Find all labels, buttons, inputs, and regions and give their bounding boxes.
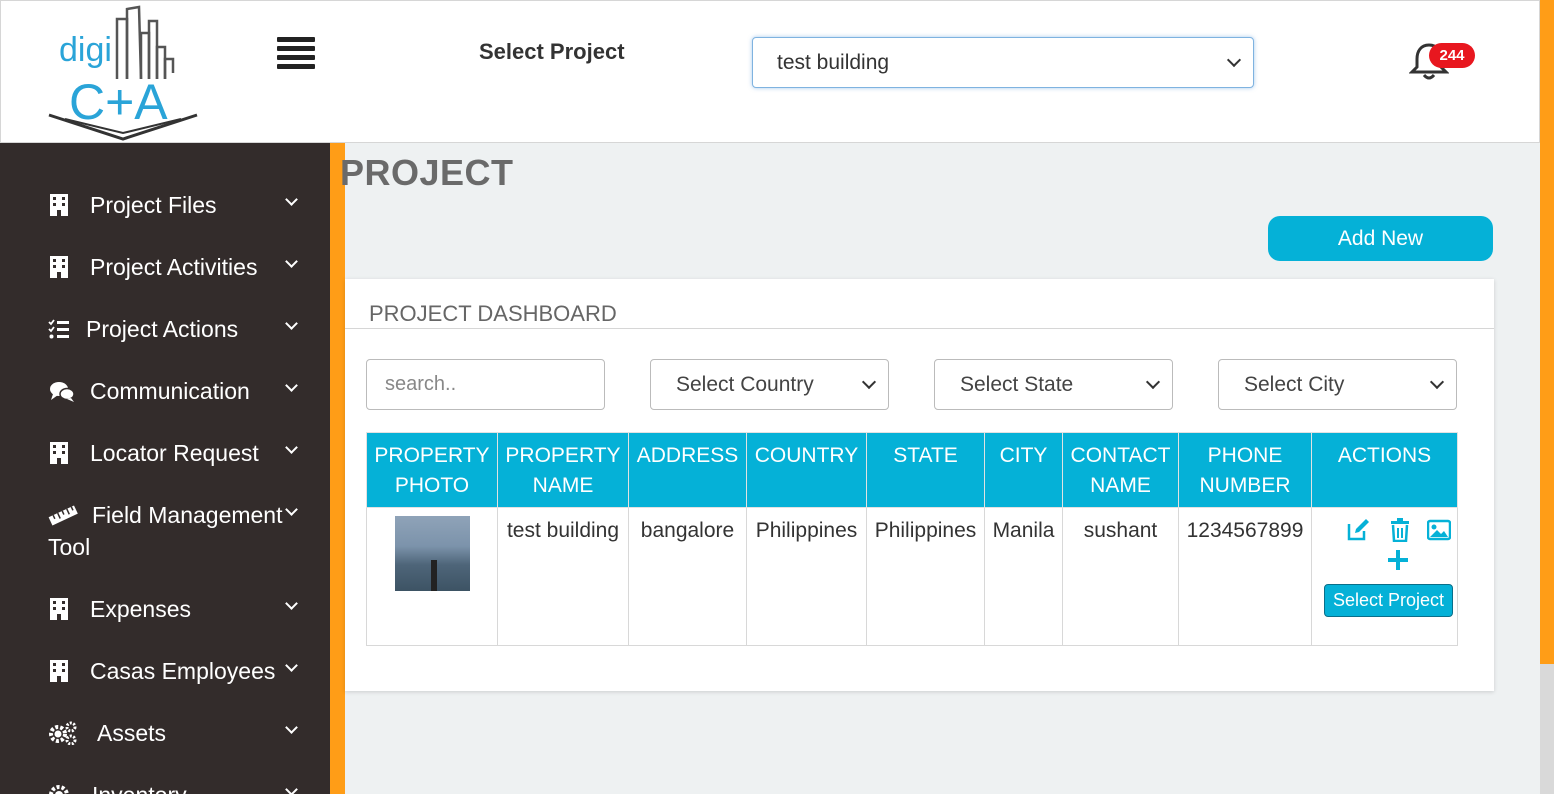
sidebar-edge bbox=[330, 143, 345, 794]
chevron-down-icon bbox=[285, 317, 298, 330]
sidebar-item-label: Communication bbox=[90, 378, 250, 404]
cell-contact-name: sushant bbox=[1062, 507, 1179, 646]
hamburger-icon-line bbox=[277, 64, 315, 69]
column-header-address: ADDRESS bbox=[628, 432, 747, 508]
top-header: digi C+A Select Project test building 24… bbox=[0, 0, 1540, 143]
hamburger-icon-line bbox=[277, 37, 315, 42]
chevron-down-icon bbox=[285, 255, 298, 268]
cell-phone-number: 1234567899 bbox=[1178, 507, 1312, 646]
column-header-property-photo: PROPERTY PHOTO bbox=[366, 432, 498, 508]
chevron-down-icon bbox=[1226, 52, 1242, 68]
sidebar-item-label: Project Activities bbox=[90, 254, 258, 280]
divider bbox=[345, 328, 1494, 329]
cell-address: bangalore bbox=[628, 507, 747, 646]
chevron-down-icon bbox=[285, 441, 298, 454]
chevron-down-icon bbox=[1429, 374, 1445, 390]
hamburger-icon-line bbox=[277, 46, 315, 51]
sidebar-item-label: Project Files bbox=[90, 192, 217, 218]
building-icon bbox=[50, 442, 68, 464]
hamburger-icon-line bbox=[277, 55, 315, 60]
project-select-value: test building bbox=[777, 51, 890, 74]
sidebar-item-label: Project Actions bbox=[86, 316, 239, 342]
state-select-value: Select State bbox=[960, 373, 1074, 396]
chevron-down-icon bbox=[285, 597, 298, 610]
country-select-value: Select Country bbox=[676, 373, 814, 396]
state-select[interactable]: Select State bbox=[934, 359, 1173, 410]
cell-country: Philippines bbox=[746, 507, 867, 646]
ruler-icon bbox=[48, 505, 78, 526]
sidebar-item-field-management-tool[interactable]: Field Management Tool bbox=[48, 501, 318, 563]
column-header-phone-number: PHONE NUMBER bbox=[1178, 432, 1312, 508]
column-header-country: COUNTRY bbox=[746, 432, 867, 508]
chevron-down-icon bbox=[285, 379, 298, 392]
edit-icon[interactable] bbox=[1346, 518, 1370, 542]
logo-text-top: digi bbox=[59, 31, 112, 69]
building-icon bbox=[50, 256, 68, 278]
building-icon bbox=[50, 598, 68, 620]
dashboard-title: PROJECT DASHBOARD bbox=[369, 301, 617, 326]
property-photo-thumbnail[interactable] bbox=[394, 516, 470, 591]
page-title: PROJECT bbox=[340, 152, 514, 193]
table-row: test building bangalore Philippines Phil… bbox=[366, 507, 1458, 646]
sidebar-item-label: Locator Request bbox=[90, 440, 259, 466]
projects-table: PROPERTY PHOTO PROPERTY NAME ADDRESS COUNT… bbox=[366, 432, 1458, 646]
search-input[interactable] bbox=[366, 359, 605, 410]
chevron-down-icon bbox=[285, 503, 298, 516]
sidebar-item-label: Assets bbox=[97, 720, 167, 746]
image-icon[interactable] bbox=[1427, 518, 1451, 542]
cell-property-photo bbox=[366, 507, 498, 646]
sidebar: Project Files Project Activities Project… bbox=[0, 143, 330, 794]
chevron-down-icon bbox=[285, 721, 298, 734]
country-select[interactable]: Select Country bbox=[650, 359, 889, 410]
chevron-down-icon bbox=[285, 783, 298, 794]
menu-toggle-button[interactable] bbox=[277, 37, 315, 71]
delete-icon[interactable] bbox=[1388, 518, 1412, 542]
checklist-icon bbox=[48, 319, 69, 339]
column-header-property-name: PROPERTY NAME bbox=[497, 432, 629, 508]
chevron-down-icon bbox=[861, 374, 877, 390]
add-icon[interactable] bbox=[1386, 548, 1410, 572]
select-project-button[interactable]: Select Project bbox=[1324, 584, 1453, 617]
right-scroll-track bbox=[1540, 0, 1554, 664]
comments-icon bbox=[50, 382, 75, 402]
cell-actions: Select Project bbox=[1311, 507, 1458, 646]
gear-icon bbox=[49, 785, 69, 794]
logo-text-bottom: C+A bbox=[69, 74, 168, 130]
sidebar-item-label: Inventory bbox=[92, 781, 187, 794]
column-header-city: CITY bbox=[984, 432, 1063, 508]
app-logo[interactable]: digi C+A bbox=[45, 3, 205, 143]
project-select-dropdown[interactable]: test building bbox=[752, 37, 1254, 88]
project-dashboard-card: PROJECT DASHBOARD Select Country Select … bbox=[345, 279, 1494, 691]
select-project-label: Select Project bbox=[479, 39, 625, 64]
add-new-button[interactable]: Add New bbox=[1268, 216, 1493, 261]
city-select-value: Select City bbox=[1244, 373, 1345, 396]
building-icon bbox=[50, 194, 68, 216]
table-header-row: PROPERTY PHOTO PROPERTY NAME ADDRESS COUNT… bbox=[366, 432, 1458, 508]
sidebar-item-label: Field Management bbox=[92, 502, 283, 528]
cell-city: Manila bbox=[984, 507, 1063, 646]
notification-count-badge: 244 bbox=[1429, 43, 1475, 68]
gears-icon bbox=[49, 721, 77, 745]
chevron-down-icon bbox=[1145, 374, 1161, 390]
right-scroll-thumb[interactable] bbox=[1540, 664, 1554, 794]
sidebar-item-label: Casas Employees bbox=[90, 658, 276, 684]
chevron-down-icon bbox=[285, 659, 298, 672]
cell-state: Philippines bbox=[866, 507, 985, 646]
column-header-actions: ACTIONS bbox=[1311, 432, 1458, 508]
chevron-down-icon bbox=[285, 193, 298, 206]
column-header-state: STATE bbox=[866, 432, 985, 508]
column-header-contact-name: CONTACT NAME bbox=[1062, 432, 1179, 508]
city-select[interactable]: Select City bbox=[1218, 359, 1457, 410]
sidebar-item-label-line2: Tool bbox=[48, 534, 91, 560]
sidebar-item-label: Expenses bbox=[90, 596, 192, 622]
cell-property-name: test building bbox=[497, 507, 629, 646]
building-icon bbox=[50, 660, 68, 682]
